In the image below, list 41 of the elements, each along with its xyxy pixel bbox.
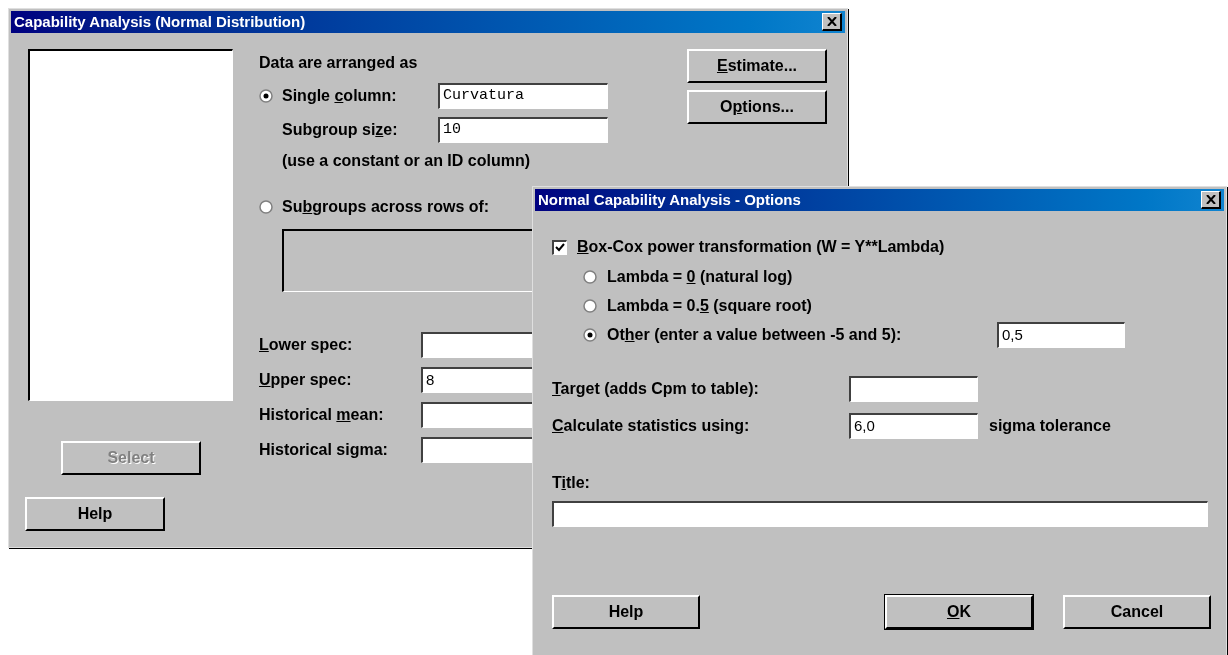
field-label: Calculate statistics using: (552, 416, 751, 436)
cancel-button[interactable]: Cancel (1063, 595, 1211, 629)
option-label: Box-Cox power transformation (W = Y**Lambda) (577, 237, 945, 257)
field-label: Upper spec: (259, 370, 353, 390)
help-button[interactable]: Help (25, 497, 165, 531)
option-label: Other (enter a value between -5 and 5): (607, 325, 903, 345)
close-icon (1205, 195, 1216, 204)
option-label: Lambda = 0 (natural log) (607, 267, 794, 287)
check-icon (555, 243, 565, 252)
close-icon (826, 17, 837, 26)
radio-button[interactable] (259, 200, 273, 214)
section-label: Data are arranged as (259, 53, 419, 73)
input-field[interactable]: 0,5 (997, 322, 1125, 348)
radio-button[interactable] (583, 299, 597, 313)
option-label: Lambda = 0.5 (square root) (607, 296, 813, 316)
option-label: Single column: (282, 86, 398, 106)
close-button[interactable] (822, 13, 842, 31)
input-field[interactable]: 10 (438, 117, 608, 143)
option-label: Subgroups across rows of: (282, 197, 490, 217)
radio-button[interactable] (583, 328, 597, 342)
input-field[interactable] (552, 501, 1208, 527)
checkbox[interactable] (552, 239, 567, 255)
input-field[interactable]: Curvatura (438, 83, 608, 109)
field-label: Historical sigma: (259, 440, 389, 460)
field-label: Title: (552, 473, 591, 493)
hint-text: (use a constant or an ID column) (282, 151, 532, 171)
unit-label: sigma tolerance (989, 416, 1111, 436)
input-field[interactable]: 6,0 (849, 413, 978, 439)
field-label: Lower spec: (259, 335, 354, 355)
window-title: Normal Capability Analysis - Options (538, 189, 801, 210)
help-button[interactable]: Help (552, 595, 700, 629)
ok-button[interactable]: OK (885, 595, 1033, 629)
field-label: Historical mean: (259, 405, 385, 425)
estimate-button[interactable]: Estimate... (687, 49, 827, 83)
close-button[interactable] (1201, 191, 1221, 209)
field-label: Subgroup size: (282, 120, 399, 140)
options-button[interactable]: Options... (687, 90, 827, 124)
radio-button[interactable] (259, 89, 273, 103)
radio-button[interactable] (583, 270, 597, 284)
window-title: Capability Analysis (Normal Distribution) (14, 11, 306, 32)
input-field[interactable] (849, 376, 978, 402)
